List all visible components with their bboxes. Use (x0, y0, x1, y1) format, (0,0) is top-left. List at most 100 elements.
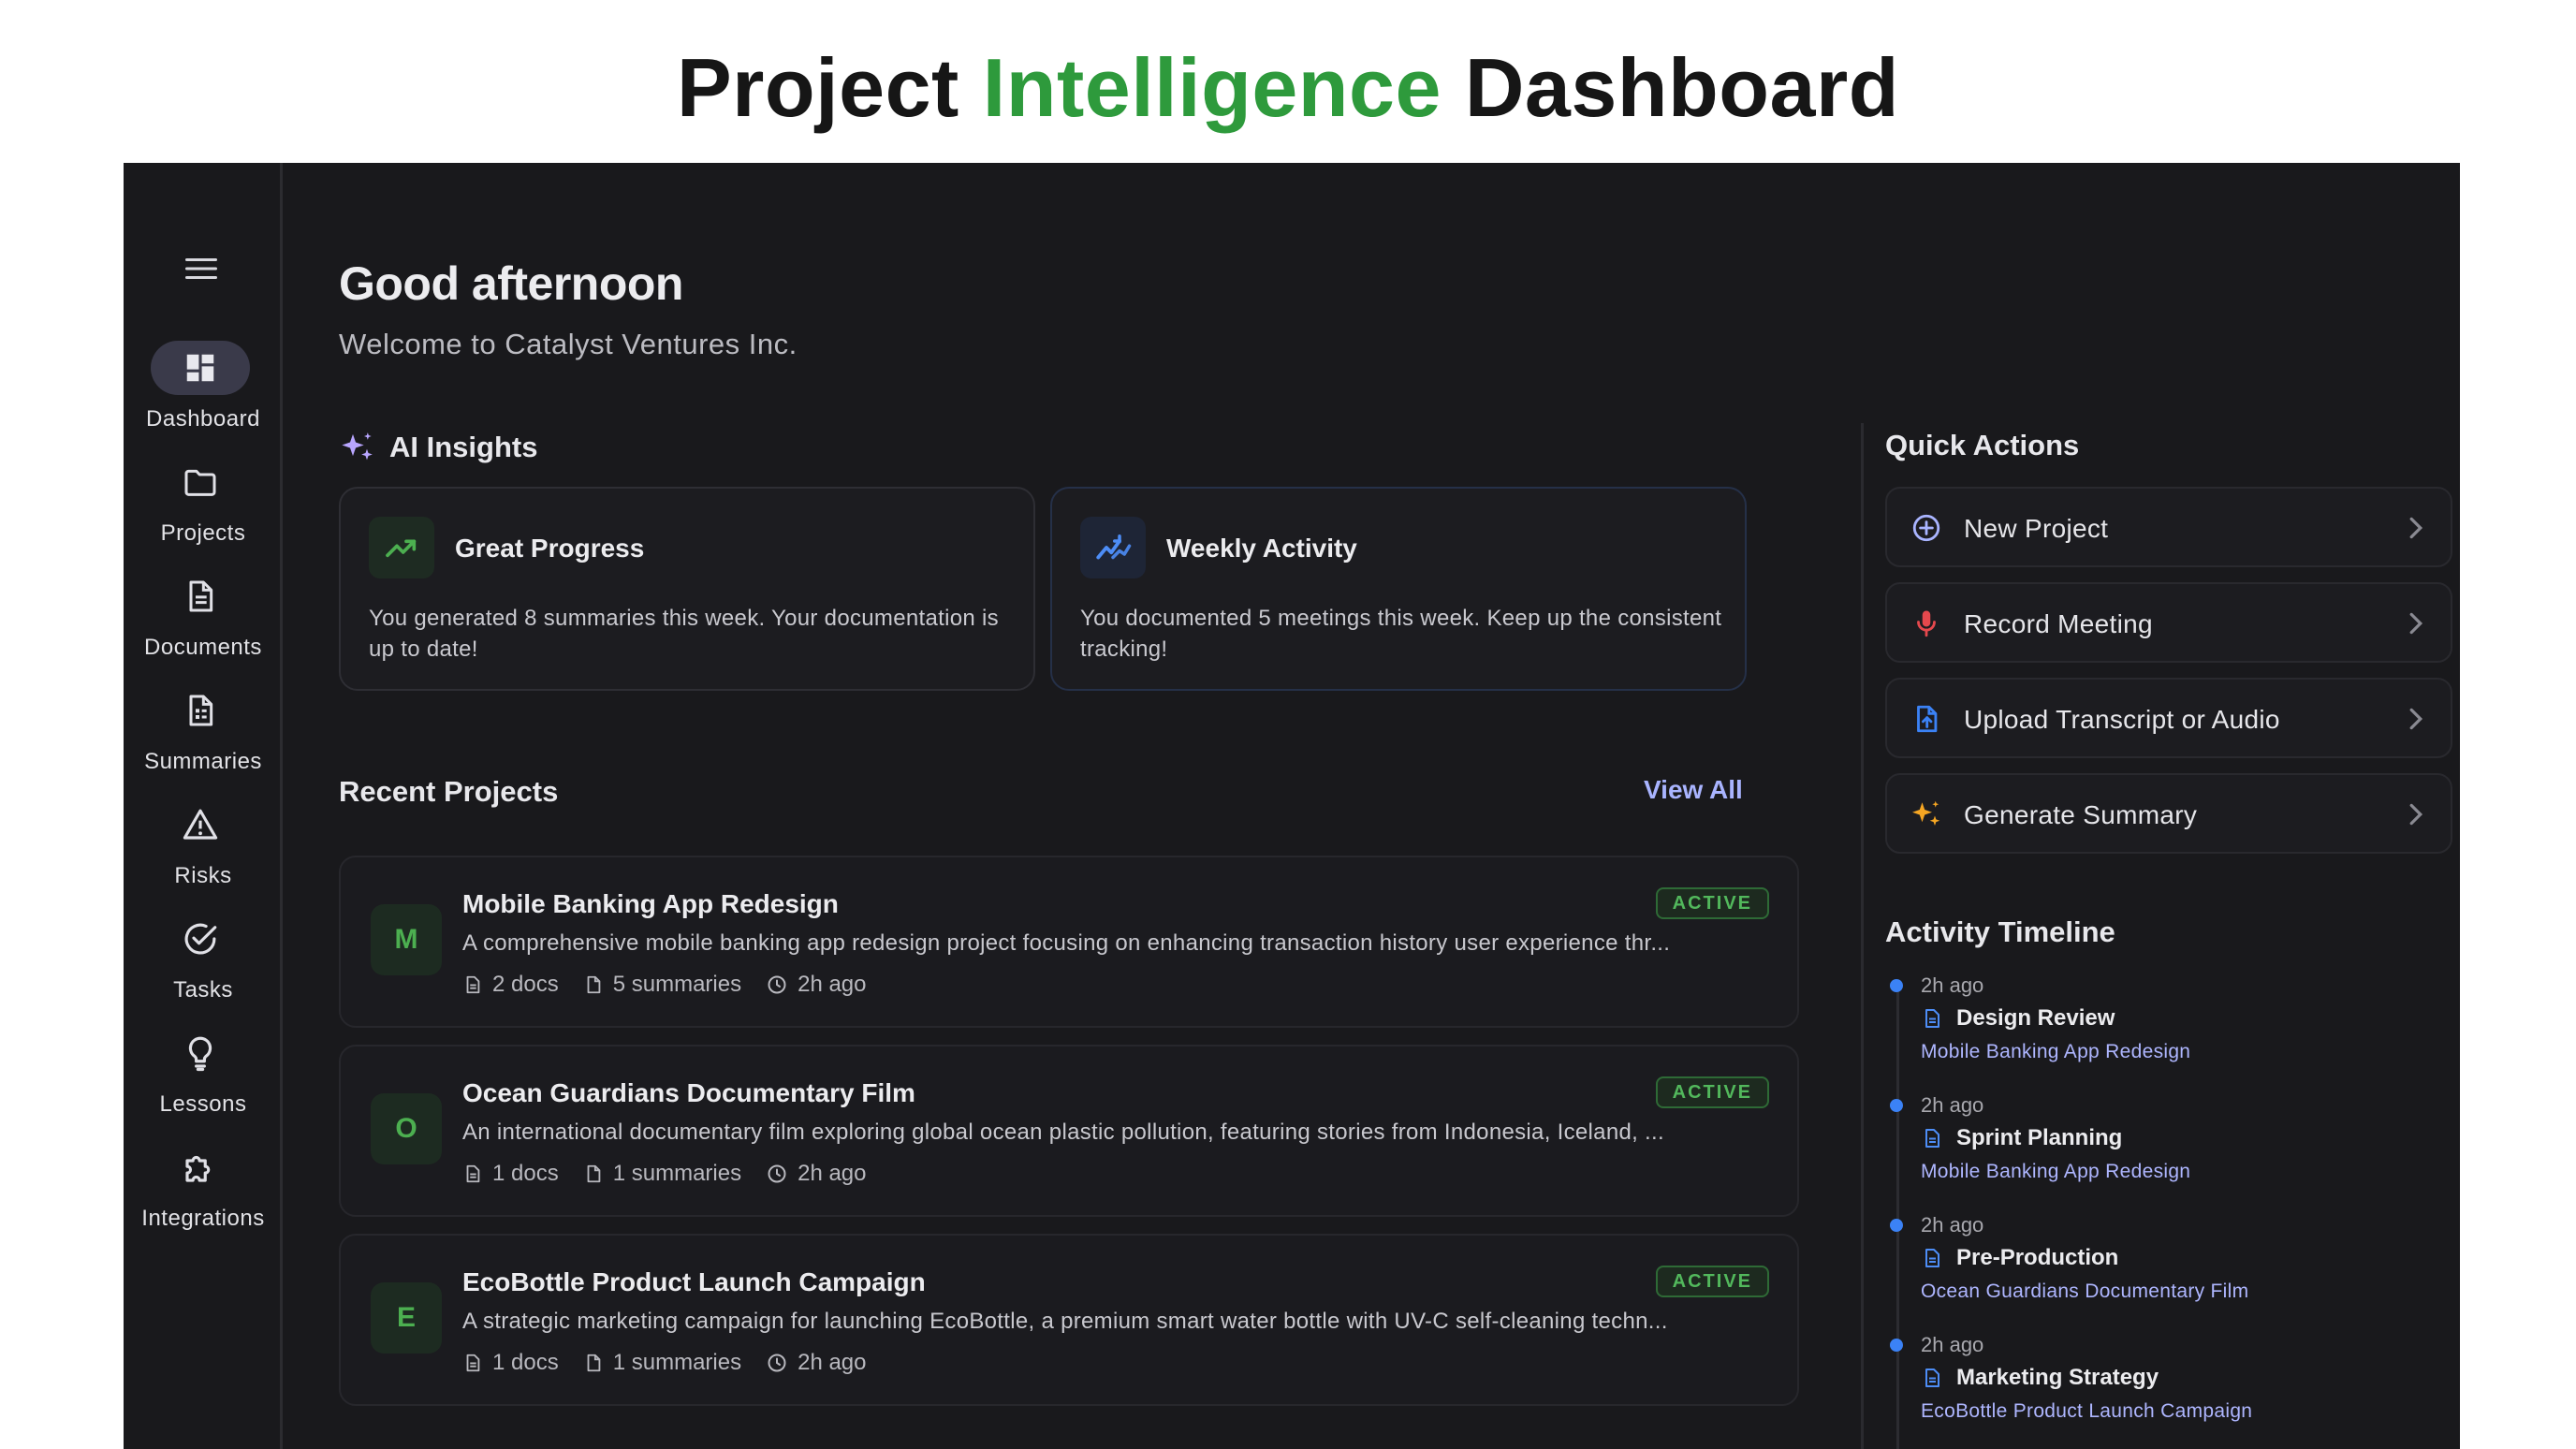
summary-icon (189, 695, 213, 726)
insight-title: Great Progress (455, 534, 645, 563)
project-summaries-count: 1 summaries (612, 1350, 742, 1375)
project-meta: 1 docs 1 summaries 2h ago (462, 1350, 867, 1376)
sidebar-label-summaries: Summaries (144, 749, 262, 774)
sidebar-item-tasks[interactable]: Tasks (124, 912, 283, 1015)
timeline-item[interactable]: 2h ago Marketing Strategy EcoBottle Prod… (1885, 1333, 2447, 1445)
quick-action-new-project[interactable]: New Project (1885, 487, 2452, 567)
status-badge: ACTIVE (1655, 1076, 1769, 1108)
timeline-item[interactable]: 2h ago Design Review Mobile Banking App … (1885, 973, 2447, 1086)
headline-part-3: Dashboard (1441, 41, 1899, 134)
project-description: A strategic marketing campaign for launc… (462, 1309, 1668, 1334)
quick-action-label: Record Meeting (1964, 609, 2153, 638)
warning-icon (183, 809, 218, 840)
timeline-project-link[interactable]: EcoBottle Product Launch Campaign (1921, 1400, 2252, 1423)
document-icon (1925, 1368, 1939, 1387)
sparkle-icon (1912, 800, 1940, 826)
timeline-time: 2h ago (1921, 1333, 1984, 1356)
timeline-time: 2h ago (1921, 1213, 1984, 1237)
sidebar-item-summaries[interactable]: Summaries (124, 683, 283, 786)
folder-icon (184, 469, 216, 496)
project-description: An international documentary film explor… (462, 1120, 1664, 1145)
timeline-project-link[interactable]: Mobile Banking App Redesign (1921, 1041, 2190, 1063)
document-icon (466, 1164, 480, 1183)
project-title: Mobile Banking App Redesign (462, 889, 839, 918)
sidebar-item-integrations[interactable]: Integrations (124, 1140, 283, 1243)
sidebar-label-documents: Documents (144, 635, 262, 660)
status-badge: ACTIVE (1655, 1266, 1769, 1297)
clock-icon (768, 975, 786, 994)
project-docs-count: 1 docs (492, 1161, 559, 1186)
timeline-dot (1890, 979, 1903, 992)
timeline-title: Design Review (1956, 1005, 2115, 1031)
insight-card-great-progress: Great Progress You generated 8 summaries… (339, 487, 1035, 691)
column-divider (1861, 423, 1864, 1449)
hamburger-icon (185, 258, 217, 279)
timeline-item[interactable]: 2h ago Pre-Production Ocean Guardians Do… (1885, 1213, 2447, 1325)
timeline-item[interactable]: 2h ago Sprint Planning Mobile Banking Ap… (1885, 1093, 2447, 1206)
project-meta: 1 docs 1 summaries 2h ago (462, 1161, 867, 1187)
timeline-project-link[interactable]: Ocean Guardians Documentary Film (1921, 1281, 2248, 1303)
sidebar-item-risks[interactable]: Risks (124, 798, 283, 900)
view-all-link[interactable]: View All (1644, 775, 1743, 805)
sparkle-icon (342, 432, 373, 461)
project-summaries-count: 1 summaries (612, 1161, 742, 1186)
summary-icon (587, 1354, 601, 1372)
trending-up-icon (386, 539, 417, 558)
quick-action-generate-summary[interactable]: Generate Summary (1885, 773, 2452, 854)
timeline-title: Marketing Strategy (1956, 1365, 2159, 1390)
quick-action-record-meeting[interactable]: Record Meeting (1885, 582, 2452, 663)
welcome-subtitle: Welcome to Catalyst Ventures Inc. (339, 328, 798, 360)
clock-icon (768, 1354, 786, 1372)
document-icon (466, 1354, 480, 1372)
quick-action-upload-transcript[interactable]: Upload Transcript or Audio (1885, 678, 2452, 758)
project-meta: 2 docs 5 summaries 2h ago (462, 972, 867, 998)
headline-part-1: Project (676, 41, 983, 134)
chevron-right-icon (2409, 517, 2423, 539)
sidebar-item-lessons[interactable]: Lessons (124, 1026, 283, 1129)
check-circle-icon (184, 923, 217, 955)
project-avatar: O (371, 1093, 442, 1164)
project-updated-time: 2h ago (798, 972, 867, 997)
insight-card-weekly-activity: Weekly Activity You documented 5 meeting… (1050, 487, 1747, 691)
quick-action-label: Upload Transcript or Audio (1964, 705, 2280, 734)
greeting-title: Good afternoon (339, 257, 683, 310)
upload-file-icon (1917, 705, 1938, 733)
puzzle-icon (185, 1155, 211, 1182)
sidebar-item-projects[interactable]: Projects (124, 455, 283, 558)
headline-accent: Intelligence (982, 41, 1442, 134)
sidebar-label-lessons: Lessons (159, 1091, 247, 1117)
ai-insights-header: AI Insights (339, 429, 537, 466)
timeline-title: Pre-Production (1956, 1245, 2119, 1270)
sidebar-label-integrations: Integrations (141, 1206, 265, 1231)
hamburger-menu-button[interactable] (183, 250, 220, 287)
page-headline: Project Intelligence Dashboard (0, 41, 2576, 135)
project-summaries-count: 5 summaries (612, 972, 742, 997)
project-title: Ocean Guardians Documentary Film (462, 1078, 915, 1107)
sidebar-item-dashboard[interactable]: Dashboard (124, 341, 283, 444)
project-card[interactable]: M Mobile Banking App Redesign ACTIVE A c… (339, 856, 1799, 1028)
status-badge: ACTIVE (1655, 887, 1769, 919)
chevron-right-icon (2409, 612, 2423, 635)
project-updated-time: 2h ago (798, 1350, 867, 1375)
timeline-project-link[interactable]: Mobile Banking App Redesign (1921, 1161, 2190, 1183)
chevron-right-icon (2409, 708, 2423, 730)
project-card[interactable]: E EcoBottle Product Launch Campaign ACTI… (339, 1234, 1799, 1406)
timeline-dot (1890, 1099, 1903, 1112)
project-updated-time: 2h ago (798, 1161, 867, 1186)
timeline-time: 2h ago (1921, 973, 1984, 997)
project-card[interactable]: O Ocean Guardians Documentary Film ACTIV… (339, 1045, 1799, 1217)
document-icon (1925, 1009, 1939, 1028)
sidebar-item-documents[interactable]: Documents (124, 569, 283, 672)
quick-action-label: Generate Summary (1964, 800, 2198, 829)
quick-actions-title: Quick Actions (1885, 429, 2080, 461)
document-icon (1925, 1129, 1939, 1148)
project-docs-count: 1 docs (492, 1350, 559, 1375)
project-avatar: E (371, 1282, 442, 1354)
sidebar-label-tasks: Tasks (173, 977, 233, 1003)
main-content: Good afternoon Welcome to Catalyst Ventu… (339, 163, 2460, 1449)
project-docs-count: 2 docs (492, 972, 559, 997)
timeline-time: 2h ago (1921, 1093, 1984, 1117)
timeline-title: Sprint Planning (1956, 1125, 2123, 1150)
ai-insights-title: AI Insights (389, 431, 538, 463)
insight-title: Weekly Activity (1166, 534, 1357, 563)
